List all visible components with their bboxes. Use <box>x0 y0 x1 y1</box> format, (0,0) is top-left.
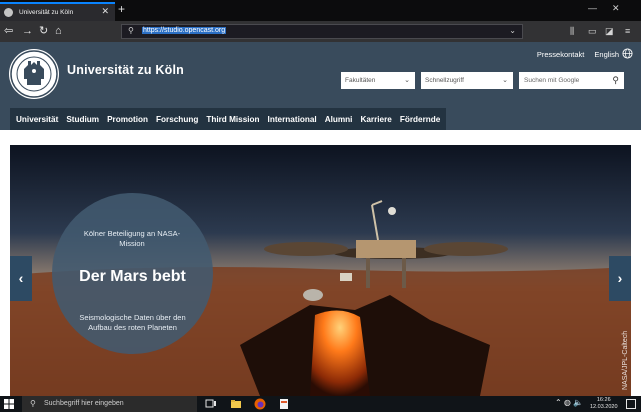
browser-toolbar: ⇦ → ↻ ⌂ ⚲ https://studio.opencast.org ⌄ … <box>0 21 641 42</box>
quick-access-label: Schnellzugriff <box>425 77 464 84</box>
windows-start-icon[interactable] <box>4 399 14 409</box>
extension-icon[interactable]: ◪ <box>605 26 614 37</box>
clock-time: 16:26 <box>596 397 611 403</box>
menu-item-universitaet[interactable]: Universität <box>12 115 62 124</box>
reload-icon[interactable]: ↻ <box>39 24 48 38</box>
quick-access-dropdown[interactable]: Schnellzugriff ⌄ <box>421 72 513 89</box>
sidebar-icon[interactable]: ▭ <box>588 26 597 37</box>
chevron-down-icon: ⌄ <box>404 77 410 84</box>
library-icon[interactable]: ⫼ <box>570 26 574 37</box>
menu-item-international[interactable]: International <box>264 115 321 124</box>
search-placeholder: Suchen mit Google <box>524 77 580 84</box>
site-header: Universität zu Köln Pressekontakt Englis… <box>0 42 641 130</box>
menu-item-alumni[interactable]: Alumni <box>321 115 357 124</box>
clock-date: 12.03.2020 <box>590 404 618 410</box>
tab-title: Universität zu Köln <box>19 9 74 16</box>
press-contact-link[interactable]: Pressekontakt <box>537 50 585 59</box>
back-icon[interactable]: ⇦ <box>4 24 13 38</box>
task-view-icon[interactable] <box>205 398 217 410</box>
chevron-down-icon: ⌄ <box>502 77 508 84</box>
menu-item-forschung[interactable]: Forschung <box>152 115 202 124</box>
hamburger-menu-icon[interactable]: ≡ <box>625 26 630 36</box>
faculties-dropdown[interactable]: Fakultäten ⌄ <box>341 72 415 89</box>
firefox-icon[interactable] <box>254 398 266 410</box>
search-icon: ⚲ <box>30 399 36 408</box>
menu-item-foerdernde[interactable]: Fördernde <box>396 115 445 124</box>
hero-kicker: Kölner Beteiligung an NASA-Mission <box>83 229 181 248</box>
new-tab-button[interactable]: + <box>118 2 125 16</box>
browser-tab-bar: Universität zu Köln ✕ + — ✕ <box>0 0 641 21</box>
system-tray-icons[interactable]: ⌃ ◍ 🔈 <box>555 398 583 407</box>
chevron-down-icon[interactable]: ⌄ <box>509 26 516 35</box>
hero-subline: Seismologische Daten über den Aufbau des… <box>79 313 186 332</box>
file-explorer-icon[interactable] <box>230 398 242 410</box>
address-bar[interactable]: ⚲ https://studio.opencast.org ⌄ <box>121 24 523 39</box>
home-icon[interactable]: ⌂ <box>55 24 62 38</box>
menu-item-karriere[interactable]: Karriere <box>356 115 395 124</box>
carousel-next-button[interactable]: › <box>609 256 631 301</box>
carousel-prev-button[interactable]: ‹ <box>10 256 32 301</box>
hero-headline[interactable]: Der Mars bebt <box>52 268 213 286</box>
globe-icon[interactable] <box>622 48 633 59</box>
main-menu: Universität Studium Promotion Forschung … <box>10 108 447 130</box>
search-icon[interactable]: ⚲ <box>612 72 619 89</box>
menu-item-studium[interactable]: Studium <box>62 115 103 124</box>
taskbar-search-placeholder: Suchbegriff hier eingeben <box>44 400 124 407</box>
document-app-icon[interactable] <box>278 398 290 410</box>
browser-tab[interactable]: Universität zu Köln ✕ <box>0 2 115 21</box>
university-name[interactable]: Universität zu Köln <box>67 63 184 77</box>
language-link[interactable]: English <box>594 50 619 59</box>
menu-item-promotion[interactable]: Promotion <box>103 115 152 124</box>
forward-icon[interactable]: → <box>22 24 33 38</box>
search-icon: ⚲ <box>128 26 134 35</box>
top-links: Pressekontakt English <box>537 50 619 59</box>
window-close-button[interactable]: ✕ <box>612 3 620 14</box>
window-minimize-button[interactable]: — <box>588 3 597 13</box>
taskbar-search-input[interactable]: ⚲ Suchbegriff hier eingeben <box>22 396 197 412</box>
address-url[interactable]: https://studio.opencast.org <box>142 27 227 34</box>
windows-taskbar: ⚲ Suchbegriff hier eingeben ⌃ ◍ 🔈 16:26 … <box>0 396 641 412</box>
site-search-input[interactable]: Suchen mit Google ⚲ <box>519 72 624 89</box>
taskbar-clock[interactable]: 16:26 12.03.2020 <box>590 397 618 411</box>
notification-center-icon[interactable] <box>626 399 636 409</box>
faculties-label: Fakultäten <box>345 77 376 84</box>
tab-close-icon[interactable]: ✕ <box>101 6 109 17</box>
university-seal-logo[interactable] <box>9 49 59 99</box>
tab-favicon-icon <box>4 8 13 17</box>
menu-item-third-mission[interactable]: Third Mission <box>202 115 263 124</box>
image-credit: NASA/JPL-Caltech <box>622 330 629 390</box>
